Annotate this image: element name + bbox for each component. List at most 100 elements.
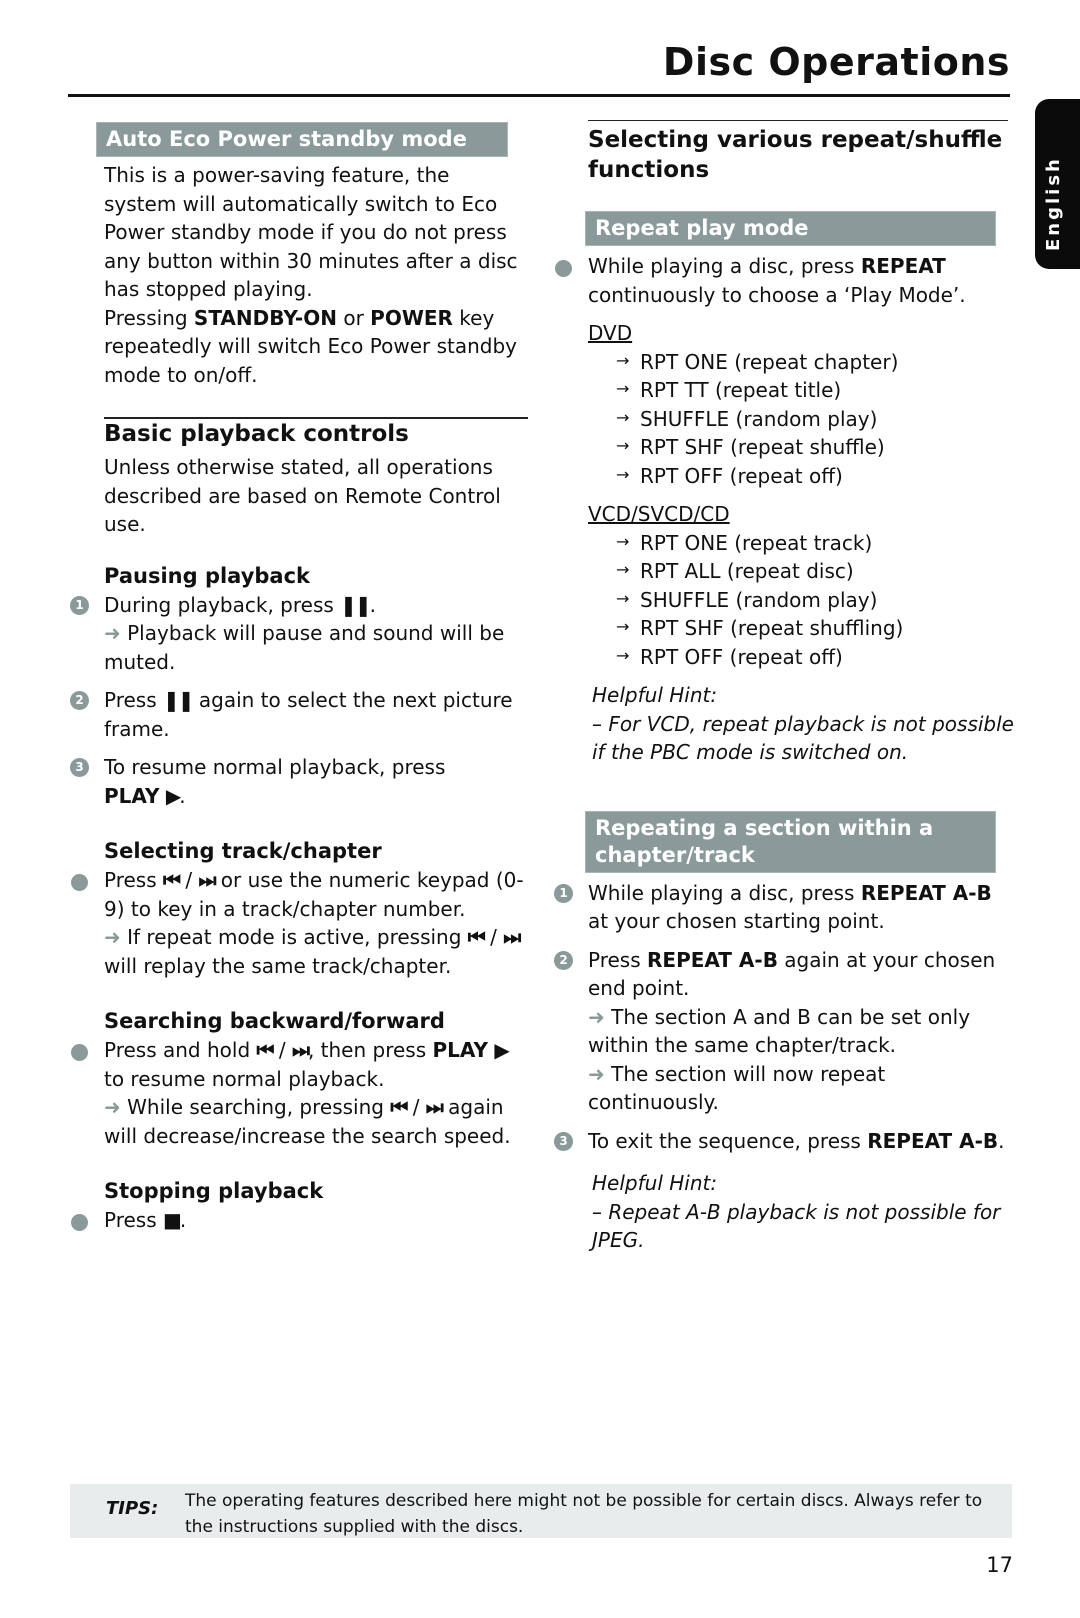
play-mode-item: → RPT SHF (repeat shuffle) [616,433,1014,462]
play-mode-item: → RPT OFF (repeat off) [616,462,1014,491]
step-text: During playback, press [104,592,341,617]
step-text-post: at your chosen starting point. [588,909,885,933]
play-mode-label: RPT SHF (repeat shuffle) [640,435,885,459]
step-result-2: The section will now repeat continuously… [588,1061,886,1115]
tips-box: TIPS: The operating features described h… [70,1484,1012,1538]
repeat-ab-key: REPEAT A-B [647,947,778,972]
arrow-icon: → [616,617,630,636]
play-icon: ▶ [165,783,181,808]
helpful-hint-1: Helpful Hint: – For VCD, repeat playback… [592,681,1014,767]
pause-icon: ❚❚ [163,688,194,712]
item-text-mid: , then press [307,1038,433,1062]
next-icon: ⏭ [425,1095,444,1119]
arrow-icon: → [616,464,630,484]
play-mode-label: RPT ALL (repeat disc) [640,559,854,583]
play-mode-item: → RPT ALL (repeat disc) [616,557,1014,586]
step-text-post: . [179,783,186,808]
basic-playback-intro: Unless otherwise stated, all operations … [104,455,501,536]
result-arrow-icon: ➜ [104,925,121,949]
right-column: Selecting various repeat/shuffle functio… [552,120,1014,1255]
tips-label: TIPS: [106,1498,159,1519]
page-number: 17 [986,1553,1013,1577]
previous-icon: ⏮ [256,1038,275,1062]
play-key: PLAY [104,783,160,808]
step-text: Press [104,688,163,712]
step-result-1: The section A and B can be set only with… [588,1004,971,1058]
step-text: While playing a disc, press [588,880,861,905]
hint-text: – Repeat A-B playback is not possible fo… [592,1199,1001,1253]
section-rule [588,120,1008,121]
next-icon: ⏭ [503,925,521,949]
pausing-heading: Pausing playback [104,563,311,588]
standby-on-key: STANDBY-ON [193,305,337,330]
bullet-icon [71,874,88,891]
vcd-label: VCD/SVCD/CD [588,502,730,526]
vcd-mode-list: → RPT ONE (repeat track) → RPT ALL (repeat … [552,529,1014,672]
power-key: POWER [370,305,453,330]
play-mode-item: → SHUFFLE (random play) [616,586,1014,615]
arrow-icon: → [616,436,630,455]
repeat-item: While playing a disc, press REPEAT conti… [552,252,1014,309]
step-number-1: 1 [70,595,89,615]
ab-step-1: 1 While playing a disc, press REPEAT A-B… [552,879,1014,936]
previous-icon: ⏮ [467,925,486,949]
result-text-post: will replay the same track/chapter. [104,953,452,978]
previous-icon: ⏮ [390,1095,408,1119]
repeat-play-band: Repeat play mode [585,211,996,246]
repeat-shuffle-heading: Selecting various repeat/shuffle functio… [588,127,1003,183]
play-mode-label: RPT ONE (repeat track) [640,530,873,555]
result-arrow-icon: ➜ [588,1061,605,1086]
helpful-hint-2: Helpful Hint: – Repeat A-B playback is n… [592,1169,1014,1255]
result-arrow-icon: ➜ [588,1004,605,1029]
selecting-heading: Selecting track/chapter [104,839,382,863]
item-text-post: . [179,1208,187,1232]
next-icon: ⏭ [198,868,216,892]
hint-title: Helpful Hint: [592,1171,718,1195]
arrow-icon: → [616,560,630,579]
searching-heading: Searching backward/forward [104,1009,445,1033]
play-key: PLAY [432,1038,488,1062]
ab-step-3: 3 To exit the sequence, press REPEAT A-B… [552,1127,1014,1156]
item-text-post: to resume normal playback. [104,1066,385,1091]
play-mode-item: → RPT SHF (repeat shuffling) [616,614,1014,643]
repeat-ab-key: REPEAT A-B [867,1128,999,1153]
ab-step-2: 2 Press REPEAT A-B again at your chosen … [552,946,1014,1117]
step-number-1: 1 [554,883,573,903]
repeat-key: REPEAT [860,254,946,278]
result-text: If repeat mode is active, pressing [120,925,468,949]
item-text: Press and hold [104,1038,257,1062]
tips-text: The operating features described here mi… [185,1491,983,1537]
play-mode-label: SHUFFLE (random play) [640,587,878,612]
step-number-3: 3 [554,1131,573,1151]
step-text-post: . [998,1128,1005,1153]
arrow-icon: → [616,531,630,551]
step-text: To exit the sequence, press [588,1128,868,1153]
play-mode-item: → RPT ONE (repeat chapter) [616,348,1014,377]
step-number-3: 3 [70,758,89,777]
hint-title: Helpful Hint: [592,683,718,707]
pausing-step-1: 1 During playback, press ❚❚. ➜ Playback … [68,591,528,677]
hint-text: – For VCD, repeat playback is not possib… [592,711,1014,765]
separator: / [179,868,199,892]
step-number-2: 2 [554,950,573,970]
play-mode-item: → RPT ONE (repeat track) [616,529,1014,558]
result-arrow-icon: ➜ [104,621,121,645]
play-mode-item: → RPT OFF (repeat off) [616,643,1014,672]
play-mode-label: RPT TT (repeat title) [640,378,842,402]
pausing-step-2: 2 Press ❚❚ again to select the next pict… [68,686,528,743]
arrow-icon: → [616,379,630,398]
stopping-item: Press ■. [68,1206,528,1235]
selecting-item: Press ⏮ / ⏭ or use the numeric keypad (0… [68,866,528,980]
dvd-label: DVD [588,321,633,345]
play-mode-item: → SHUFFLE (random play) [616,405,1014,434]
play-icon: ▶ [494,1038,509,1062]
step-result: Playback will pause and sound will be mu… [104,621,505,674]
searching-item: Press and hold ⏮ / ⏭, then press PLAY ▶ … [68,1036,528,1150]
play-mode-label: RPT SHF (repeat shuffling) [640,616,904,640]
step-text: To resume normal playback, press [104,755,446,779]
step-text: Press [588,947,647,972]
eco-para2-mid: or [336,305,371,330]
arrow-icon: → [616,588,630,608]
play-mode-label: RPT OFF (repeat off) [640,644,843,669]
result-arrow-icon: ➜ [104,1095,121,1119]
